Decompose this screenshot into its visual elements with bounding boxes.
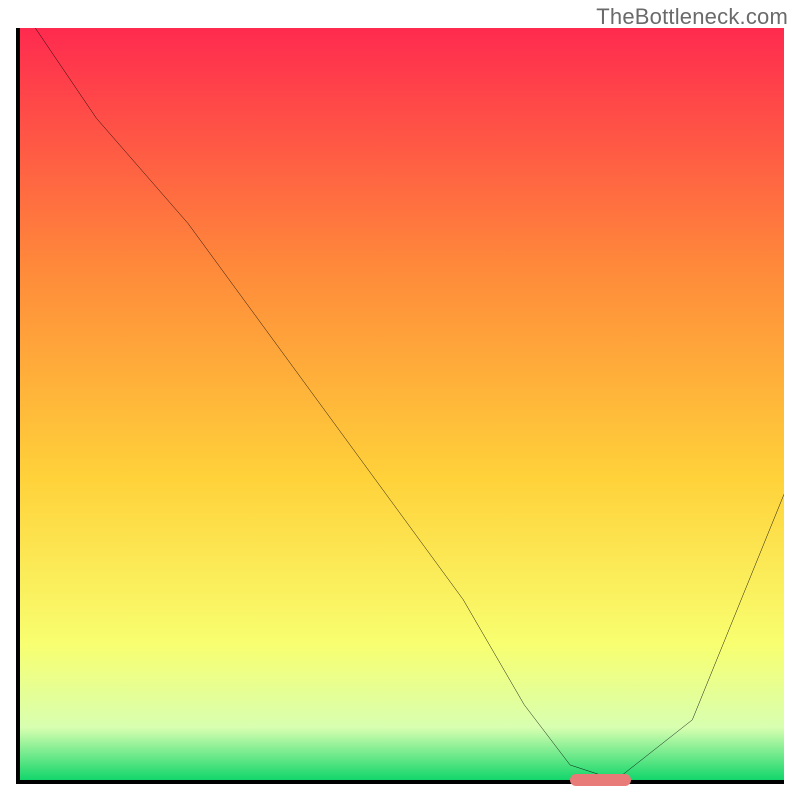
- optimum-marker: [570, 774, 631, 786]
- bottleneck-curve: [20, 28, 784, 780]
- plot-frame: [16, 28, 784, 784]
- watermark-text: TheBottleneck.com: [596, 4, 788, 30]
- chart-canvas: TheBottleneck.com: [0, 0, 800, 800]
